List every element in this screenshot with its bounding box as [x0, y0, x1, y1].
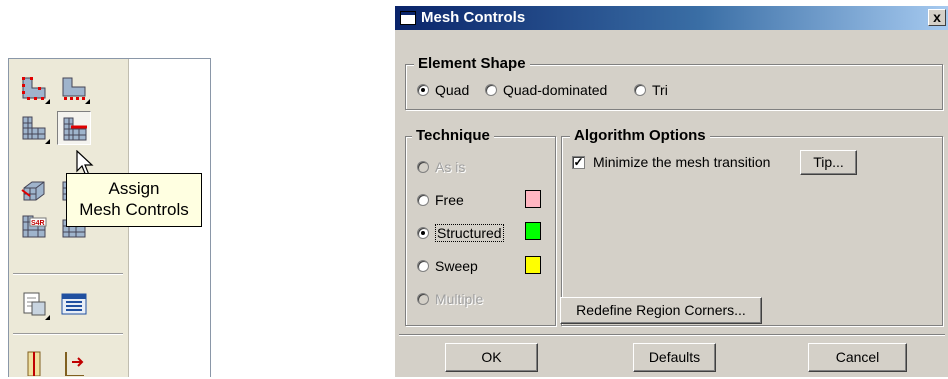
- radio-dot: [417, 293, 429, 305]
- toolbox-separator: [13, 333, 123, 335]
- delete-mesh-icon: [65, 352, 84, 376]
- bottom-separator: [399, 334, 945, 336]
- tooltip: Assign Mesh Controls: [66, 173, 202, 227]
- tooltip-line-2: Mesh Controls: [79, 200, 189, 219]
- free-color-swatch: [525, 190, 541, 208]
- radio-dot: [634, 84, 646, 96]
- dialog-title: Mesh Controls: [421, 9, 526, 26]
- radio-tri-label: Tri: [652, 82, 668, 98]
- assign-mesh-controls-icon: [63, 117, 87, 141]
- mesh-region-button[interactable]: [17, 173, 51, 207]
- structured-color-swatch: [525, 222, 541, 240]
- algorithm-options-legend: Algorithm Options: [570, 127, 710, 144]
- seed-part-button[interactable]: [17, 71, 51, 105]
- seed-part-icon: [22, 77, 46, 100]
- checkbox-box: ✓: [572, 154, 585, 169]
- radio-dot: [485, 84, 497, 96]
- seed-edge-button[interactable]: [57, 71, 91, 105]
- radio-free[interactable]: Free: [417, 192, 464, 208]
- tooltip-line-1: Assign: [108, 179, 160, 198]
- sweep-color-swatch: [525, 256, 541, 274]
- partition-button[interactable]: [17, 345, 51, 379]
- mesh-report-button[interactable]: [57, 287, 91, 321]
- radio-sweep-label: Sweep: [435, 258, 478, 274]
- defaults-button[interactable]: Defaults: [633, 343, 716, 372]
- technique-legend: Technique: [412, 127, 494, 144]
- partition-icon: [27, 351, 41, 376]
- close-button[interactable]: x: [928, 9, 946, 26]
- mesh-report-icon: [61, 293, 87, 315]
- radio-as-is-label: As is: [435, 159, 466, 175]
- radio-dot: [417, 194, 429, 206]
- title-bar[interactable]: Mesh Controls x: [395, 6, 948, 30]
- query-icon: [23, 292, 46, 316]
- radio-quad[interactable]: Quad: [417, 82, 469, 98]
- mesh-element-button[interactable]: [17, 111, 51, 145]
- radio-tri[interactable]: Tri: [634, 82, 668, 98]
- mesh-region-icon: [21, 181, 45, 201]
- redefine-region-corners-button[interactable]: Redefine Region Corners...: [560, 297, 762, 324]
- mesh-controls-dialog: Mesh Controls x Element Shape Quad Quad-…: [394, 5, 948, 377]
- algorithm-options-group: Algorithm Options ✓ Minimize the mesh tr…: [560, 127, 943, 326]
- radio-structured[interactable]: Structured: [417, 224, 504, 242]
- seed-edge-icon: [62, 77, 86, 100]
- tip-button[interactable]: Tip...: [800, 150, 857, 175]
- radio-quad-label: Quad: [435, 82, 470, 98]
- svg-text:S4R: S4R: [31, 220, 45, 227]
- radio-multiple-label: Multiple: [435, 291, 484, 307]
- element-type-button[interactable]: S4R: [17, 209, 51, 243]
- query-button[interactable]: [17, 287, 51, 321]
- element-type-icon: S4R: [22, 215, 47, 238]
- radio-structured-label: Structured: [435, 224, 504, 242]
- radio-quad-dominated[interactable]: Quad-dominated: [485, 82, 607, 98]
- radio-quad-dominated-label: Quad-dominated: [503, 82, 608, 98]
- radio-multiple[interactable]: Multiple: [417, 291, 483, 307]
- minimize-transition-label: Minimize the mesh transition: [593, 154, 771, 170]
- radio-sweep[interactable]: Sweep: [417, 258, 478, 274]
- radio-dot: [417, 260, 429, 272]
- element-shape-group: Element Shape Quad Quad-dominated Tri: [405, 55, 943, 110]
- mesh-element-type-icon: [22, 116, 46, 140]
- technique-group: Technique As is Free Structured Sweep Mu…: [405, 127, 556, 326]
- radio-as-is[interactable]: As is: [417, 159, 465, 175]
- radio-dot: [417, 161, 429, 173]
- assign-mesh-controls-button[interactable]: [57, 111, 91, 145]
- radio-dot: [417, 84, 429, 96]
- cancel-button[interactable]: Cancel: [808, 343, 907, 372]
- window-icon: [400, 11, 416, 25]
- element-shape-legend: Element Shape: [414, 55, 530, 72]
- radio-free-label: Free: [435, 192, 464, 208]
- toolbox-separator: [13, 273, 123, 275]
- minimize-transition-checkbox[interactable]: ✓ Minimize the mesh transition: [572, 154, 770, 170]
- ok-button[interactable]: OK: [445, 343, 538, 372]
- radio-dot: [417, 227, 429, 239]
- delete-mesh-button[interactable]: [57, 345, 91, 379]
